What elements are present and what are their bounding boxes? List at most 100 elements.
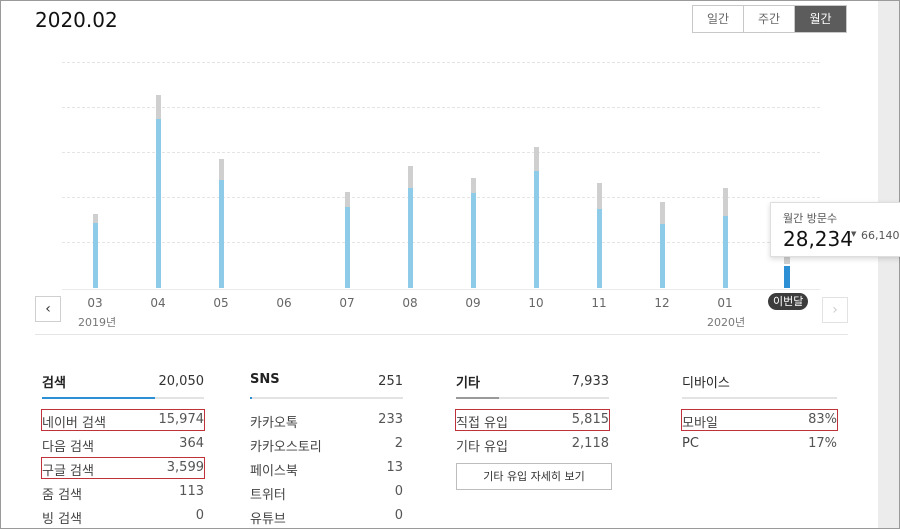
row-value: 233 (378, 412, 403, 427)
row-value: 2,118 (571, 436, 609, 451)
bar-prev-segment (470, 177, 476, 194)
visitor-bar-05[interactable] (218, 159, 224, 288)
stat-row-other: 기타 유입 2,118 (456, 434, 609, 455)
stat-total: 20,050 (158, 374, 205, 389)
bar-prev-segment (784, 257, 790, 264)
stat-row-naver: 네이버 검색 15,974 (41, 409, 205, 431)
month-label-09: 09 (465, 296, 481, 310)
row-value: 13 (386, 460, 403, 475)
stat-col-device: 디바이스 모바일 83% PC 17% (681, 372, 838, 451)
visitor-bar-03[interactable] (92, 214, 98, 288)
stat-title: 디바이스 (682, 376, 730, 391)
tooltip-prev-value: 66,140 (861, 229, 900, 242)
row-value: 0 (195, 508, 204, 523)
bar-prev-segment (344, 191, 350, 208)
stat-row-direct: 직접 유입 5,815 (455, 409, 610, 431)
stat-row-youtube: 유튜브 0 (250, 506, 403, 527)
stat-share-bar (42, 397, 204, 399)
row-label: 카카오톡 (250, 416, 298, 431)
bar-current-segment (659, 224, 665, 288)
row-value: 113 (179, 484, 204, 499)
row-label: 다음 검색 (42, 440, 94, 455)
stat-share-bar (682, 397, 837, 399)
month-label-01: 01 (717, 296, 733, 310)
visitor-bar-09[interactable] (470, 177, 476, 288)
visitor-bar-04[interactable] (155, 95, 161, 288)
row-value: 5,815 (571, 412, 609, 427)
visitor-bar-이번달[interactable] (784, 257, 790, 288)
stat-title: 기타 (456, 376, 480, 391)
row-label: 직접 유입 (456, 416, 508, 431)
bar-current-segment (596, 208, 602, 288)
stat-col-etc: 기타 7,933 직접 유입 5,815 기타 유입 2,118 (455, 372, 610, 455)
bar-prev-segment (155, 95, 161, 120)
tab-monthly[interactable]: 월간 (795, 6, 846, 32)
tab-weekly[interactable]: 주간 (744, 6, 795, 32)
row-label: 구글 검색 (42, 464, 94, 479)
row-value: 0 (394, 508, 403, 523)
row-value: 364 (179, 436, 204, 451)
stat-header: 기타 7,933 (456, 372, 609, 392)
row-label: 줌 검색 (42, 488, 83, 503)
stat-share-fill (456, 397, 499, 399)
row-label: 페이스북 (250, 464, 298, 479)
row-label: 카카오스토리 (250, 440, 322, 455)
tooltip-value: 28,234 (783, 227, 853, 251)
month-label-10: 10 (528, 296, 544, 310)
stat-row-zum: 줌 검색 113 (42, 482, 204, 503)
grid-line (62, 107, 820, 108)
bar-current-segment (407, 188, 413, 288)
bar-current-segment (218, 179, 224, 288)
other-inflow-detail-button[interactable]: 기타 유입 자세히 보기 (456, 463, 612, 490)
bar-current-segment (784, 265, 790, 288)
row-value: 3,599 (166, 460, 204, 475)
stat-row-facebook: 페이스북 13 (250, 458, 403, 479)
month-label-12: 12 (654, 296, 670, 310)
grid-line (62, 152, 820, 153)
row-value: 15,974 (158, 412, 205, 427)
period-title: 2020.02 (35, 8, 118, 32)
row-value: 2 (394, 436, 403, 451)
chart-next-button[interactable]: › (822, 297, 848, 323)
stat-title: SNS (250, 372, 280, 387)
stat-row-daum: 다음 검색 364 (42, 434, 204, 455)
month-label-08: 08 (402, 296, 418, 310)
visitor-bar-01[interactable] (722, 188, 728, 288)
stat-title: 검색 (42, 376, 66, 391)
caret-down-icon: ▼ (851, 230, 857, 238)
month-label-03: 03 (87, 296, 103, 310)
visitor-bar-07[interactable] (344, 191, 350, 288)
chart-prev-button[interactable]: ‹ (35, 296, 61, 322)
stat-row-kakaostory: 카카오스토리 2 (250, 434, 403, 455)
bar-current-segment (533, 171, 539, 288)
section-divider (35, 334, 848, 335)
bar-prev-segment (407, 165, 413, 189)
bar-current-segment (155, 119, 161, 288)
stat-share-fill (250, 397, 252, 399)
grid-line (62, 197, 820, 198)
row-label: PC (682, 436, 699, 451)
visitor-bar-11[interactable] (596, 183, 602, 288)
month-label-06: 06 (276, 296, 292, 310)
stat-row-kakaotalk: 카카오톡 233 (250, 410, 403, 431)
bar-prev-segment (533, 146, 539, 172)
bar-prev-segment (92, 214, 98, 223)
tab-daily[interactable]: 일간 (693, 6, 744, 32)
visitor-bar-10[interactable] (533, 146, 539, 288)
month-label-05: 05 (213, 296, 229, 310)
row-label: 빙 검색 (42, 512, 83, 527)
stat-row-google: 구글 검색 3,599 (41, 457, 205, 479)
bar-prev-segment (596, 183, 602, 209)
month-label-11: 11 (591, 296, 607, 310)
row-value: 83% (808, 412, 837, 427)
year-label-2020: 2020년 (707, 316, 746, 329)
stat-col-search: 검색 20,050 네이버 검색 15,974 다음 검색 364 구글 검색 3,5… (41, 372, 205, 527)
stat-col-sns: SNS 251 카카오톡 233 카카오스토리 2 페이스북 13 트위터 0 유튜브 0 (250, 372, 403, 527)
current-month-badge: 이번달 (768, 293, 809, 310)
visitor-bar-08[interactable] (407, 165, 413, 288)
right-scroll-rail[interactable] (878, 1, 899, 528)
visitor-bar-12[interactable] (659, 202, 665, 288)
bar-current-segment (344, 207, 350, 288)
stat-total: 7,933 (571, 374, 609, 389)
stat-share-bar (456, 397, 609, 399)
